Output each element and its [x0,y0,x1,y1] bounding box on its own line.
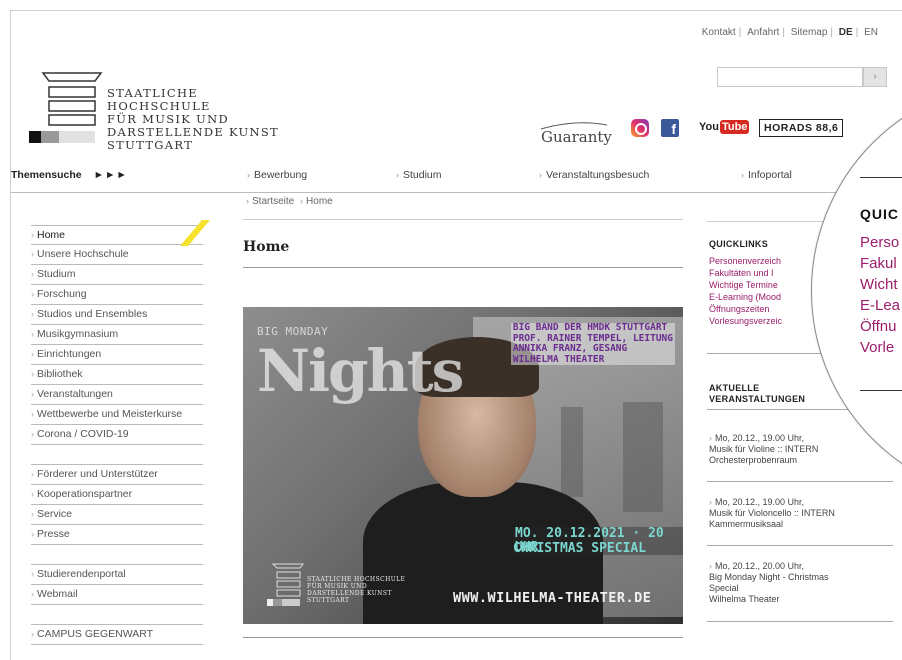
divider [707,545,893,546]
sidebar-item-wettbewerbe[interactable]: › Wettbewerbe und Meisterkurse [31,405,203,425]
top-links: Kontakt | Anfahrt | Sitemap | DE | EN [701,27,878,38]
banner-url: WWW.WILHELMA-THEATER.DE [453,590,652,606]
sidebar-item-musikgymnasium[interactable]: › Musikgymnasium [31,325,203,345]
sidebar-item-kooperationspartner[interactable]: › Kooperationspartner [31,485,203,505]
quicklink-item[interactable]: Vorlesungsverzeic [709,315,782,327]
breadcrumb-home: Home [306,196,333,207]
divider [243,637,683,638]
sidebar-spacer [31,605,203,625]
event-banner[interactable]: BIG MONDAY Nights BIG BAND DER HMDK STUT… [243,307,683,624]
sidebar-item-veranstaltungen[interactable]: › Veranstaltungen [31,385,203,405]
event-item[interactable]: › Mo, 20.12., 19.00 Uhr, Musik für Violin… [709,433,818,466]
sidebar-spacer [31,545,203,565]
chevron-right-icon: › [741,170,744,180]
lang-de[interactable]: DE [839,27,853,38]
link-sitemap[interactable]: Sitemap [791,27,828,38]
banner-info: BIG BAND DER HMDK STUTTGART PROF. RAINER… [510,322,675,365]
sidebar-item-corona[interactable]: › Corona / COVID-19 [31,425,203,445]
sidebar-item-presse[interactable]: › Presse [31,525,203,545]
divider [243,219,683,220]
nav-item-studium[interactable]: › Studium [396,169,442,181]
search-input[interactable] [717,67,863,87]
breadcrumb: › Startseite › Home [246,196,333,207]
search-button[interactable]: › [863,67,887,87]
sidebar-item-studierendenportal[interactable]: › Studierendenportal [31,565,203,585]
instagram-icon[interactable] [631,119,649,137]
sidebar-item-service[interactable]: › Service [31,505,203,525]
sidebar-spacer [31,445,203,465]
sidebar-item-webmail[interactable]: › Webmail [31,585,203,605]
link-anfahrt[interactable]: Anfahrt [747,27,779,38]
quicklink-item[interactable]: Fakultäten und I [709,267,782,279]
active-marker [180,220,210,246]
guaranty-logo[interactable]: Guaranty [535,117,613,149]
sidebar-item-home[interactable]: › Home [31,220,210,246]
sidebar-item-foerderer[interactable]: › Förderer und Unterstützer [31,465,203,485]
quicklink-item[interactable]: Öffnungszeiten [709,303,782,315]
youtube-icon[interactable]: You Tube [699,120,750,134]
banner-hmdk-logo: STAATLICHE HOCHSCHULE FÜR MUSIK UND DARS… [267,562,427,612]
logo-mark-icon [29,72,103,143]
magnified-quicklinks-title: QUIC [860,206,899,222]
sidebar-item-einrichtungen[interactable]: › Einrichtungen [31,345,203,365]
banner-nights: Nights [257,337,464,405]
nav-item-veranstaltungsbesuch[interactable]: › Veranstaltungsbesuch [539,169,649,181]
svg-text:Guaranty: Guaranty [541,128,612,146]
divider [707,621,893,622]
page-title: Home [243,239,290,255]
event-item[interactable]: › Mo, 20.12., 20.00 Uhr, Big Monday Night… [709,561,829,605]
quicklinks-title: QUICKLINKS [709,239,768,249]
magnified-quicklinks: Perso Fakul Wicht E-Lea Öffnu Vorle [860,234,901,356]
main-navigation: Themensuche ►►► › Bewerbung › Studium › Vera… [11,161,902,193]
sidebar-item-studium[interactable]: › Studium [31,265,203,285]
lang-en[interactable]: EN [864,27,878,38]
quicklinks-list: Personenverzeich Fakultäten und I Wichti… [709,255,782,327]
facebook-icon[interactable]: f [661,119,679,137]
sidebar-item-unsere-hochschule[interactable]: › Unsere Hochschule [31,245,203,265]
quicklink-item[interactable]: Personenverzeich [709,255,782,267]
divider [707,481,893,482]
sidebar-item-campus-gegenwart[interactable]: › CAMPUS GEGENWART [31,625,203,645]
sidebar-item-studios[interactable]: › Studios und Ensembles [31,305,203,325]
logo-text: STAATLICHE HOCHSCHULE FÜR MUSIK UND DARS… [107,86,280,152]
themensuche-button[interactable]: Themensuche ►►► [11,169,128,181]
quicklink-item[interactable]: Wichtige Termine [709,279,782,291]
divider [243,267,683,268]
event-item[interactable]: › Mo, 20.12., 19.00 Uhr, Musik für Violon… [709,497,835,530]
horads-logo[interactable]: HORADS 88,6 [759,119,844,137]
chevron-right-icon: › [539,170,542,180]
link-kontakt[interactable]: Kontakt [702,27,736,38]
chevron-right-icon: › [247,170,250,180]
sidebar-item-bibliothek[interactable]: › Bibliothek [31,365,203,385]
nav-item-bewerbung[interactable]: › Bewerbung [247,169,307,181]
breadcrumb-startseite[interactable]: Startseite [252,196,294,207]
hmdk-logo[interactable]: STAATLICHE HOCHSCHULE FÜR MUSIK UND DARS… [29,69,289,152]
sidebar-item-forschung[interactable]: › Forschung [31,285,203,305]
browser-viewport: Kontakt | Anfahrt | Sitemap | DE | EN › STAA… [10,10,902,660]
chevron-right-icon: › [396,170,399,180]
quicklink-item[interactable]: E-Learning (Mood [709,291,782,303]
banner-special: CHRISTMAS SPECIAL [513,541,647,556]
nav-item-infoportal[interactable]: › Infoportal [741,169,792,181]
magnifier-lens: QUIC Perso Fakul Wicht E-Lea Öffnu Vorle [811,81,902,501]
events-title: AKTUELLE VERANSTALTUNGEN [709,383,806,404]
sidebar: › Home › Unsere Hochschule › Studium › Forsc… [31,220,210,645]
